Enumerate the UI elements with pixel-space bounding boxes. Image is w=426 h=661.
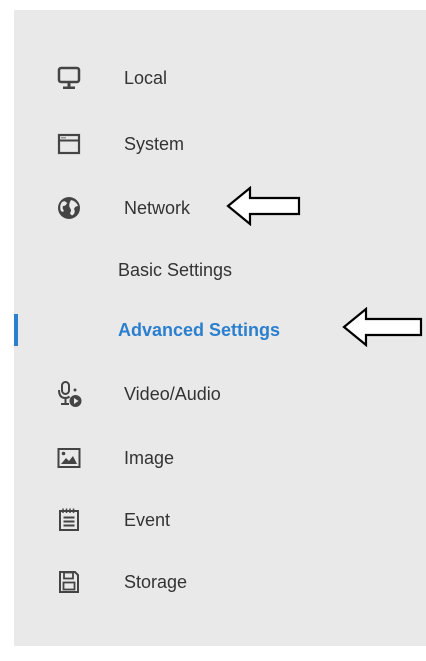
sidebar-item-label: Storage — [124, 571, 188, 592]
sidebar-item-label: Image — [124, 447, 175, 468]
sidebar-item-label: Event — [124, 509, 171, 530]
sidebar-item-video-audio[interactable]: Video/Audio — [14, 374, 426, 414]
globe-icon — [54, 193, 84, 223]
sidebar-item-storage[interactable]: Storage — [14, 562, 426, 602]
annotation-arrow-advanced-settings — [342, 307, 423, 347]
sidebar-item-system[interactable]: System — [14, 124, 426, 164]
sidebar-item-event[interactable]: Event — [14, 500, 426, 540]
sidebar-item-label: Local — [124, 67, 168, 88]
active-indicator — [14, 314, 18, 346]
microphone-play-icon — [54, 379, 84, 409]
floppy-disk-icon — [54, 567, 84, 597]
annotation-arrow-network — [226, 186, 301, 226]
sidebar-item-image[interactable]: Image — [14, 438, 426, 478]
monitor-icon — [54, 63, 84, 93]
sidebar-subitem-label: Advanced Settings — [118, 319, 281, 340]
window-icon — [54, 129, 84, 159]
sidebar-item-local[interactable]: Local — [14, 58, 426, 98]
calendar-list-icon — [54, 505, 84, 535]
sidebar-subitem-basic-settings[interactable]: Basic Settings — [14, 250, 426, 290]
picture-icon — [54, 443, 84, 473]
sidebar-item-network[interactable]: Network — [14, 188, 426, 228]
sidebar-subitem-label: Basic Settings — [118, 259, 233, 280]
sidebar-item-label: Network — [124, 197, 191, 218]
sidebar-item-label: System — [124, 133, 185, 154]
sidebar-item-label: Video/Audio — [124, 383, 221, 404]
